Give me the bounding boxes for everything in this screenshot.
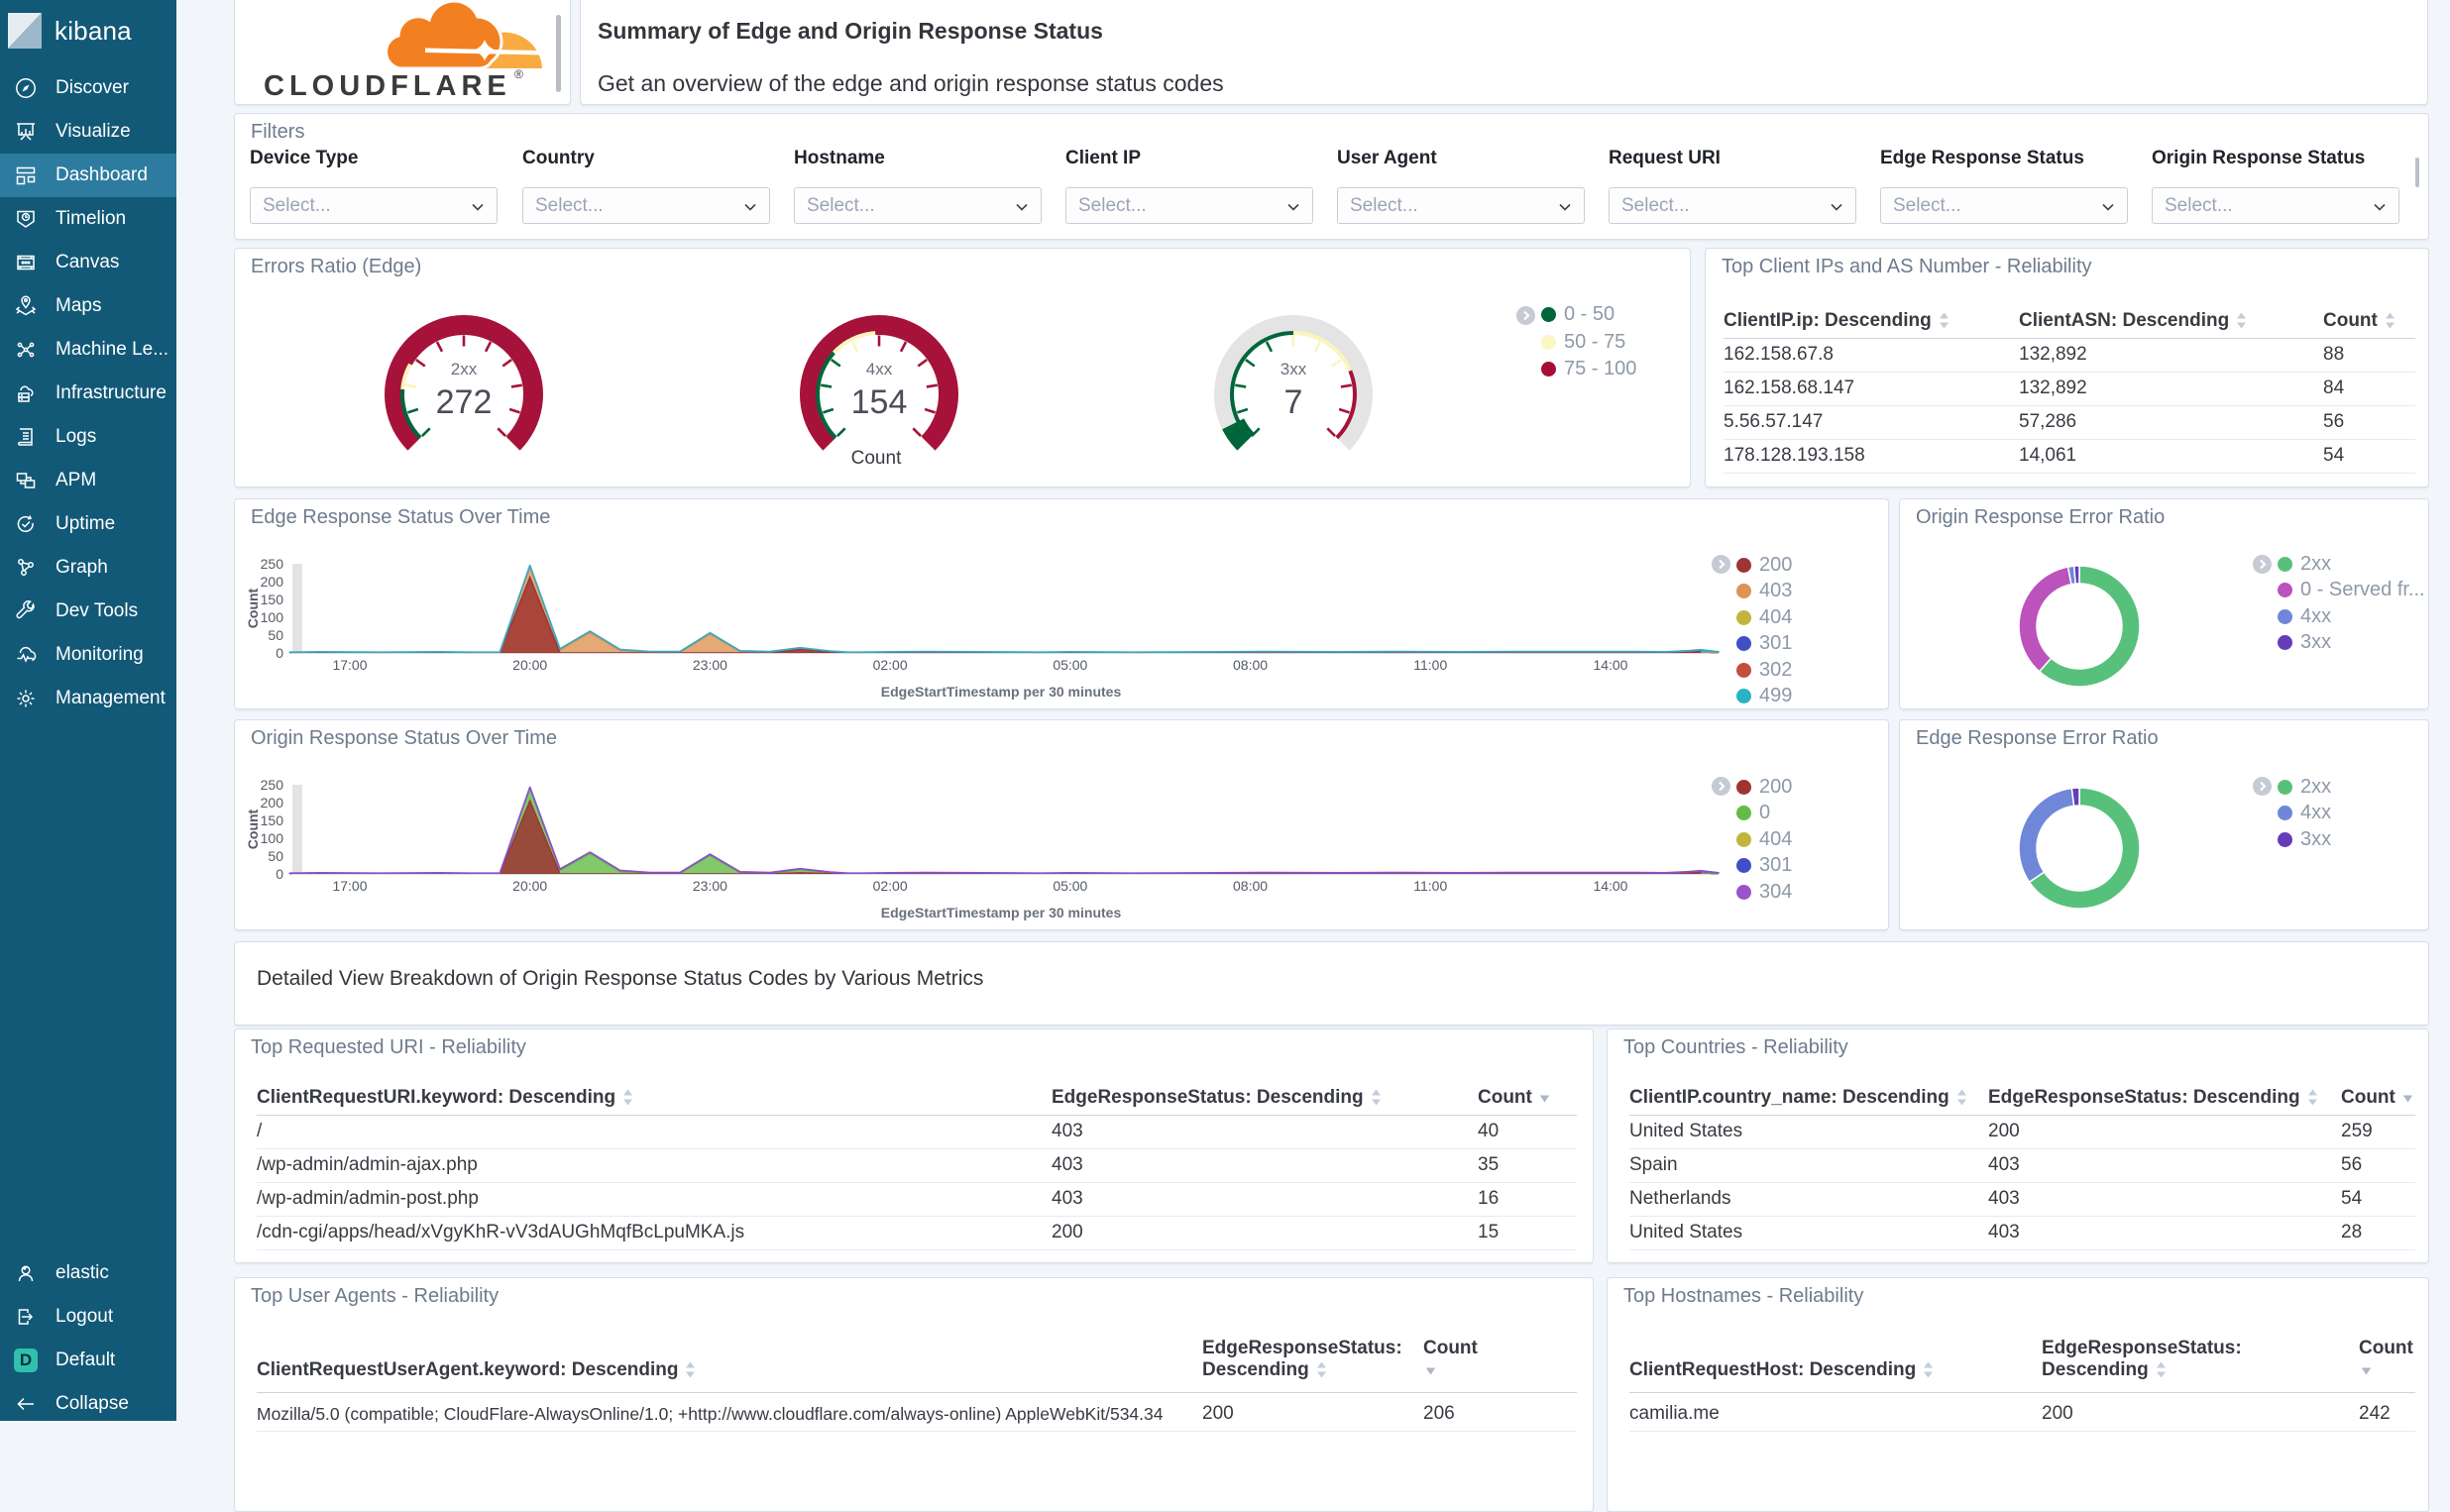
svg-text:14:00: 14:00 [1593,657,1627,673]
svg-text:154: 154 [851,383,908,421]
svg-text:200: 200 [261,574,284,590]
svg-text:23:00: 23:00 [693,657,727,673]
svg-text:02:00: 02:00 [873,878,908,894]
svg-text:Count: Count [245,809,261,849]
svg-text:08:00: 08:00 [1233,878,1268,894]
svg-text:17:00: 17:00 [332,878,367,894]
svg-text:14:00: 14:00 [1593,878,1627,894]
svg-text:150: 150 [261,592,284,607]
svg-text:4xx: 4xx [866,360,893,378]
svg-text:7: 7 [1284,383,1303,421]
svg-text:100: 100 [261,830,284,846]
svg-text:CLOUDFLARE: CLOUDFLARE [264,70,511,102]
svg-text:50: 50 [268,848,283,864]
svg-text:Count: Count [245,588,261,628]
svg-text:20:00: 20:00 [512,657,547,673]
svg-text:11:00: 11:00 [1413,657,1447,673]
svg-text:2xx: 2xx [451,360,478,378]
svg-text:20:00: 20:00 [512,878,547,894]
svg-text:3xx: 3xx [1281,360,1307,378]
svg-text:250: 250 [261,777,284,793]
svg-text:150: 150 [261,812,284,828]
svg-text:23:00: 23:00 [693,878,727,894]
svg-text:05:00: 05:00 [1053,878,1087,894]
svg-text:EdgeStartTimestamp per 30 minu: EdgeStartTimestamp per 30 minutes [881,684,1122,700]
svg-text:11:00: 11:00 [1413,878,1447,894]
svg-text:272: 272 [436,383,493,421]
svg-text:0: 0 [276,866,283,882]
svg-text:200: 200 [261,795,284,810]
svg-text:50: 50 [268,627,283,643]
svg-text:05:00: 05:00 [1053,657,1087,673]
svg-text:0: 0 [276,645,283,661]
svg-text:17:00: 17:00 [332,657,367,673]
svg-text:®: ® [514,67,523,81]
svg-text:100: 100 [261,609,284,625]
svg-text:02:00: 02:00 [873,657,908,673]
svg-text:EdgeStartTimestamp per 30 minu: EdgeStartTimestamp per 30 minutes [881,905,1122,920]
svg-text:250: 250 [261,556,284,572]
svg-text:08:00: 08:00 [1233,657,1268,673]
